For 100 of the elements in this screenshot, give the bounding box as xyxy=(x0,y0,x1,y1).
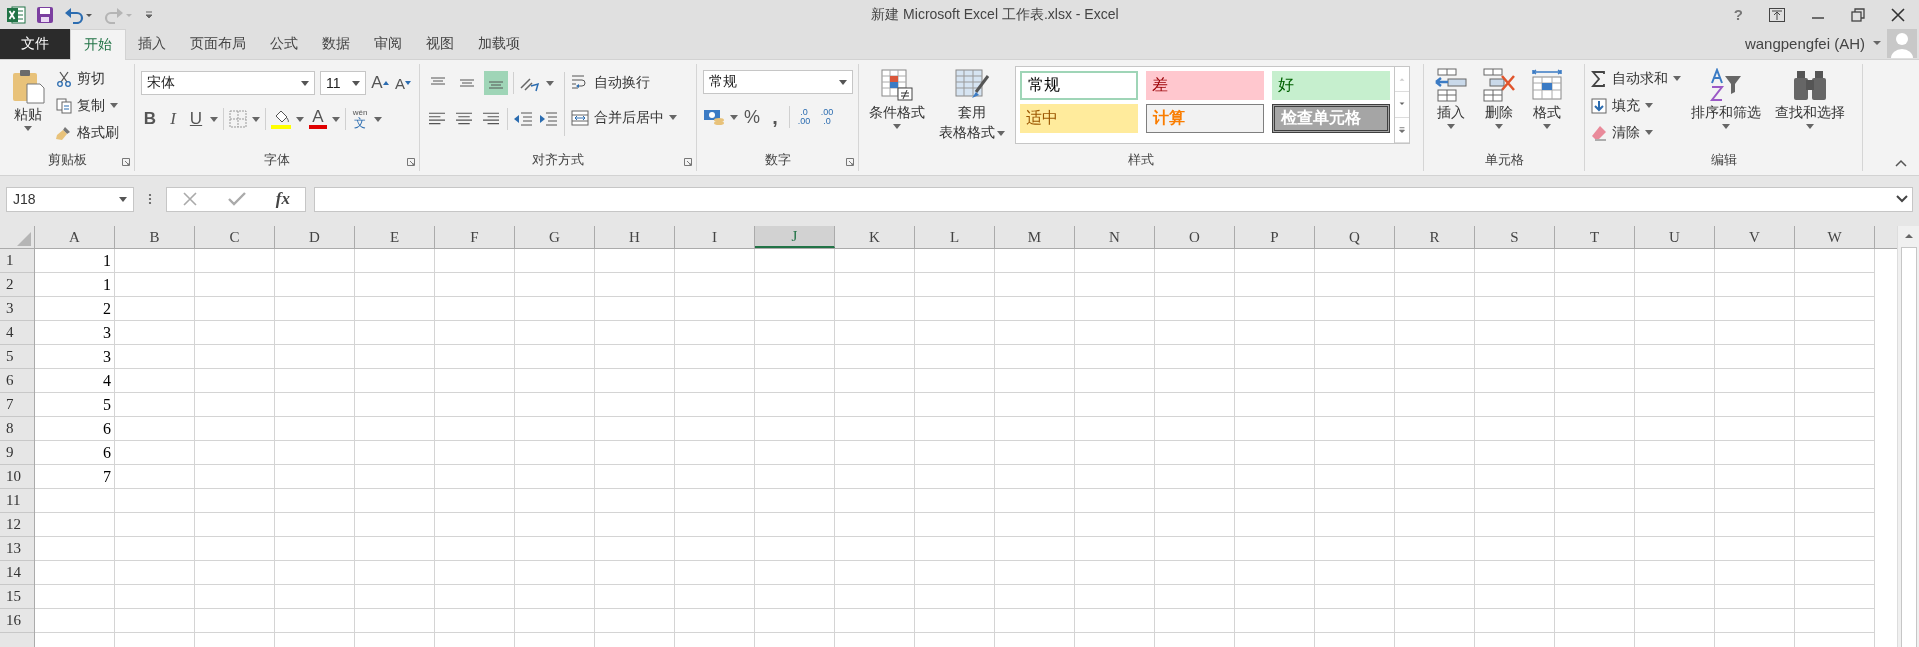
column-header[interactable]: T xyxy=(1555,226,1635,248)
cut-button[interactable]: 剪切 xyxy=(56,66,119,91)
increase-indent-icon[interactable] xyxy=(538,111,558,127)
formula-input[interactable] xyxy=(314,186,1913,212)
caret-icon[interactable] xyxy=(210,116,218,122)
column-header[interactable]: K xyxy=(835,226,915,248)
user-name[interactable]: wangpengfei (AH) xyxy=(1744,34,1865,52)
enter-check-icon[interactable] xyxy=(227,191,246,207)
column-header[interactable]: Q xyxy=(1315,226,1395,248)
close-icon[interactable] xyxy=(1891,7,1905,22)
ribbon-tab[interactable]: 加载项 xyxy=(466,29,532,59)
row-header[interactable]: 4 xyxy=(0,321,34,345)
dialog-launcher-icon[interactable] xyxy=(846,158,854,166)
row-header[interactable]: 7 xyxy=(0,393,34,417)
cancel-icon[interactable] xyxy=(181,191,198,207)
column-header[interactable]: N xyxy=(1075,226,1155,248)
cell-style-option[interactable]: 常规 xyxy=(1020,71,1138,100)
column-header[interactable]: R xyxy=(1395,226,1475,248)
ribbon-tab[interactable]: 公式 xyxy=(258,29,310,59)
ribbon-tab[interactable]: 插入 xyxy=(126,29,178,59)
column-header[interactable]: G xyxy=(515,226,595,248)
caret-icon[interactable] xyxy=(332,116,340,122)
italic-button[interactable]: I xyxy=(164,108,182,130)
row-header[interactable]: 2 xyxy=(0,273,34,297)
sort-filter-button[interactable]: 排序和筛选 xyxy=(1687,64,1765,129)
row-header[interactable]: 13 xyxy=(0,537,34,561)
ribbon-tab[interactable]: 开始 xyxy=(70,29,126,60)
ribbon-tab[interactable]: 审阅 xyxy=(362,29,414,59)
caret-icon[interactable] xyxy=(296,116,304,122)
column-header[interactable]: B xyxy=(115,226,195,248)
percent-button[interactable]: % xyxy=(743,106,761,128)
row-header[interactable]: 3 xyxy=(0,297,34,321)
wrap-text-button[interactable]: 自动换行 xyxy=(571,70,677,95)
cell-style-option[interactable]: 好 xyxy=(1272,71,1390,100)
customize-caret-icon[interactable] xyxy=(144,9,154,20)
insert-function-button[interactable]: fx xyxy=(275,189,290,209)
column-header[interactable]: E xyxy=(355,226,435,248)
caret-icon[interactable] xyxy=(730,114,738,120)
autosum-button[interactable]: 自动求和 xyxy=(1591,66,1681,91)
copy-button[interactable]: 复制 xyxy=(56,93,119,118)
caret-icon[interactable] xyxy=(546,80,554,86)
conditional-formatting-button[interactable]: 条件格式 xyxy=(865,64,929,129)
expand-icon[interactable] xyxy=(1896,195,1908,203)
row-header[interactable]: 5 xyxy=(0,345,34,369)
increase-decimal-button[interactable]: .0 .00 xyxy=(795,106,813,128)
column-header[interactable]: D xyxy=(275,226,355,248)
column-header[interactable]: W xyxy=(1795,226,1875,248)
cell-style-option[interactable]: 差 xyxy=(1146,71,1264,100)
row-header[interactable]: 6 xyxy=(0,369,34,393)
ribbon-tab[interactable]: 数据 xyxy=(310,29,362,59)
row-header[interactable]: 9 xyxy=(0,441,34,465)
align-right-icon[interactable] xyxy=(480,111,502,127)
column-header[interactable]: J xyxy=(755,226,835,248)
comma-style-button[interactable]: , xyxy=(766,106,784,128)
cell-style-option[interactable]: 适中 xyxy=(1020,104,1138,133)
column-header[interactable]: P xyxy=(1235,226,1315,248)
underline-button[interactable]: U xyxy=(187,108,205,130)
fill-button[interactable]: 填充 xyxy=(1591,93,1681,118)
align-left-icon[interactable] xyxy=(426,111,448,127)
collapse-ribbon-icon[interactable] xyxy=(1895,159,1907,167)
ribbon-tab[interactable]: 视图 xyxy=(414,29,466,59)
format-painter-button[interactable]: 格式刷 xyxy=(56,120,119,145)
column-header[interactable]: A xyxy=(35,226,115,248)
save-icon[interactable] xyxy=(36,5,54,24)
vertical-scrollbar[interactable] xyxy=(1897,226,1919,647)
ribbon-tab[interactable]: 文件 xyxy=(0,29,70,59)
shrink-font-button[interactable]: A xyxy=(394,72,412,94)
clear-button[interactable]: 清除 xyxy=(1591,120,1681,145)
undo-icon[interactable] xyxy=(64,5,94,24)
dialog-launcher-icon[interactable] xyxy=(407,158,415,166)
column-header[interactable]: O xyxy=(1155,226,1235,248)
ribbon-display-icon[interactable] xyxy=(1769,7,1785,22)
column-header[interactable]: C xyxy=(195,226,275,248)
font-size-dropdown[interactable]: 11 xyxy=(320,71,366,95)
column-header[interactable]: U xyxy=(1635,226,1715,248)
paste-button[interactable]: 粘贴 xyxy=(6,64,50,131)
caret-icon[interactable] xyxy=(252,116,260,122)
format-button[interactable]: 格式 xyxy=(1526,64,1568,129)
row-header[interactable]: 12 xyxy=(0,513,34,537)
row-header[interactable]: 15 xyxy=(0,585,34,609)
fill-color-icon[interactable] xyxy=(271,109,291,129)
row-header[interactable]: 8 xyxy=(0,417,34,441)
caret-icon[interactable] xyxy=(374,116,382,122)
dialog-launcher-icon[interactable] xyxy=(122,158,130,166)
ribbon-tab[interactable]: 页面布局 xyxy=(178,29,258,59)
format-as-table-button[interactable]: 套用 表格格式 xyxy=(935,64,1009,142)
column-header[interactable]: V xyxy=(1715,226,1795,248)
grow-font-button[interactable]: A xyxy=(371,72,389,94)
column-header[interactable]: F xyxy=(435,226,515,248)
column-header[interactable]: M xyxy=(995,226,1075,248)
column-header[interactable]: S xyxy=(1475,226,1555,248)
caret-icon[interactable] xyxy=(1873,40,1881,46)
find-select-button[interactable]: 查找和选择 xyxy=(1771,64,1849,129)
row-header[interactable]: 16 xyxy=(0,609,34,633)
column-header[interactable]: H xyxy=(595,226,675,248)
decrease-decimal-button[interactable]: .00 .0 xyxy=(818,106,836,128)
row-header[interactable]: 10 xyxy=(0,465,34,489)
merge-center-button[interactable]: 合并后居中 xyxy=(571,105,677,130)
bold-button[interactable]: B xyxy=(141,108,159,130)
row-header[interactable]: 1 xyxy=(0,249,34,273)
